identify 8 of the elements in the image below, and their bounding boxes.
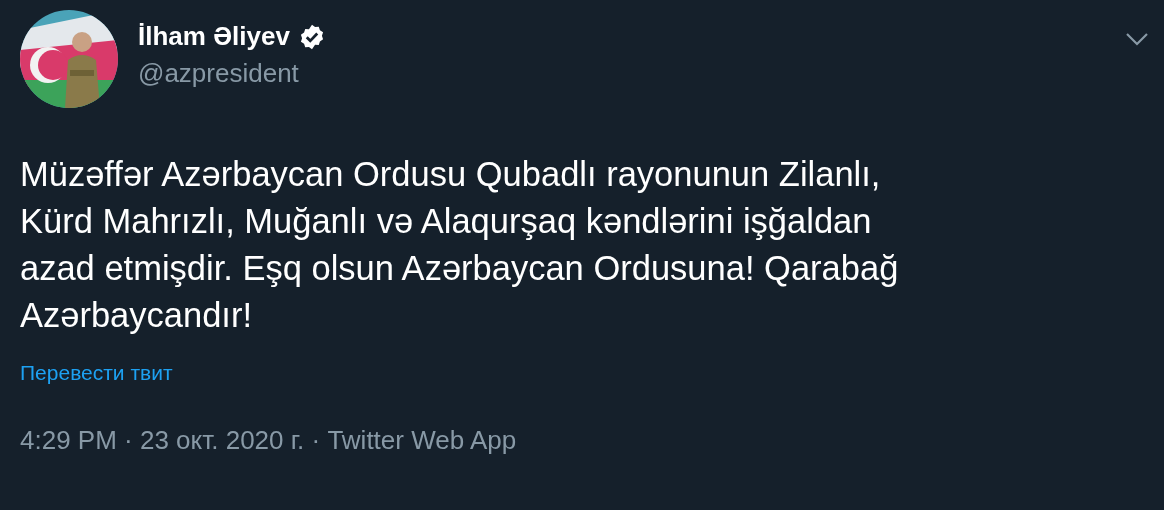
- author-handle[interactable]: @azpresident: [138, 58, 326, 89]
- translate-link[interactable]: Перевести твит: [20, 361, 173, 385]
- tweet-text-line: Müzəffər Azərbaycan Ordusu Qubadlı rayonunun Zilanlı,: [20, 154, 881, 195]
- tweet-text-line: Kürd Mahrızlı, Muğanlı və Alaqurşaq kəndlərini işğaldan: [20, 201, 872, 242]
- author-name[interactable]: İlham Əliyev: [138, 21, 290, 52]
- tweet-meta: 4:29 PM · 23 окт. 2020 г. · Twitter Web App: [20, 425, 518, 456]
- tweet-text-line: azad etmişdir. Eşq olsun Azərbaycan Ordusuna! Qarabağ: [20, 248, 899, 289]
- tweet-text-line: Azərbaycandır!: [20, 295, 253, 336]
